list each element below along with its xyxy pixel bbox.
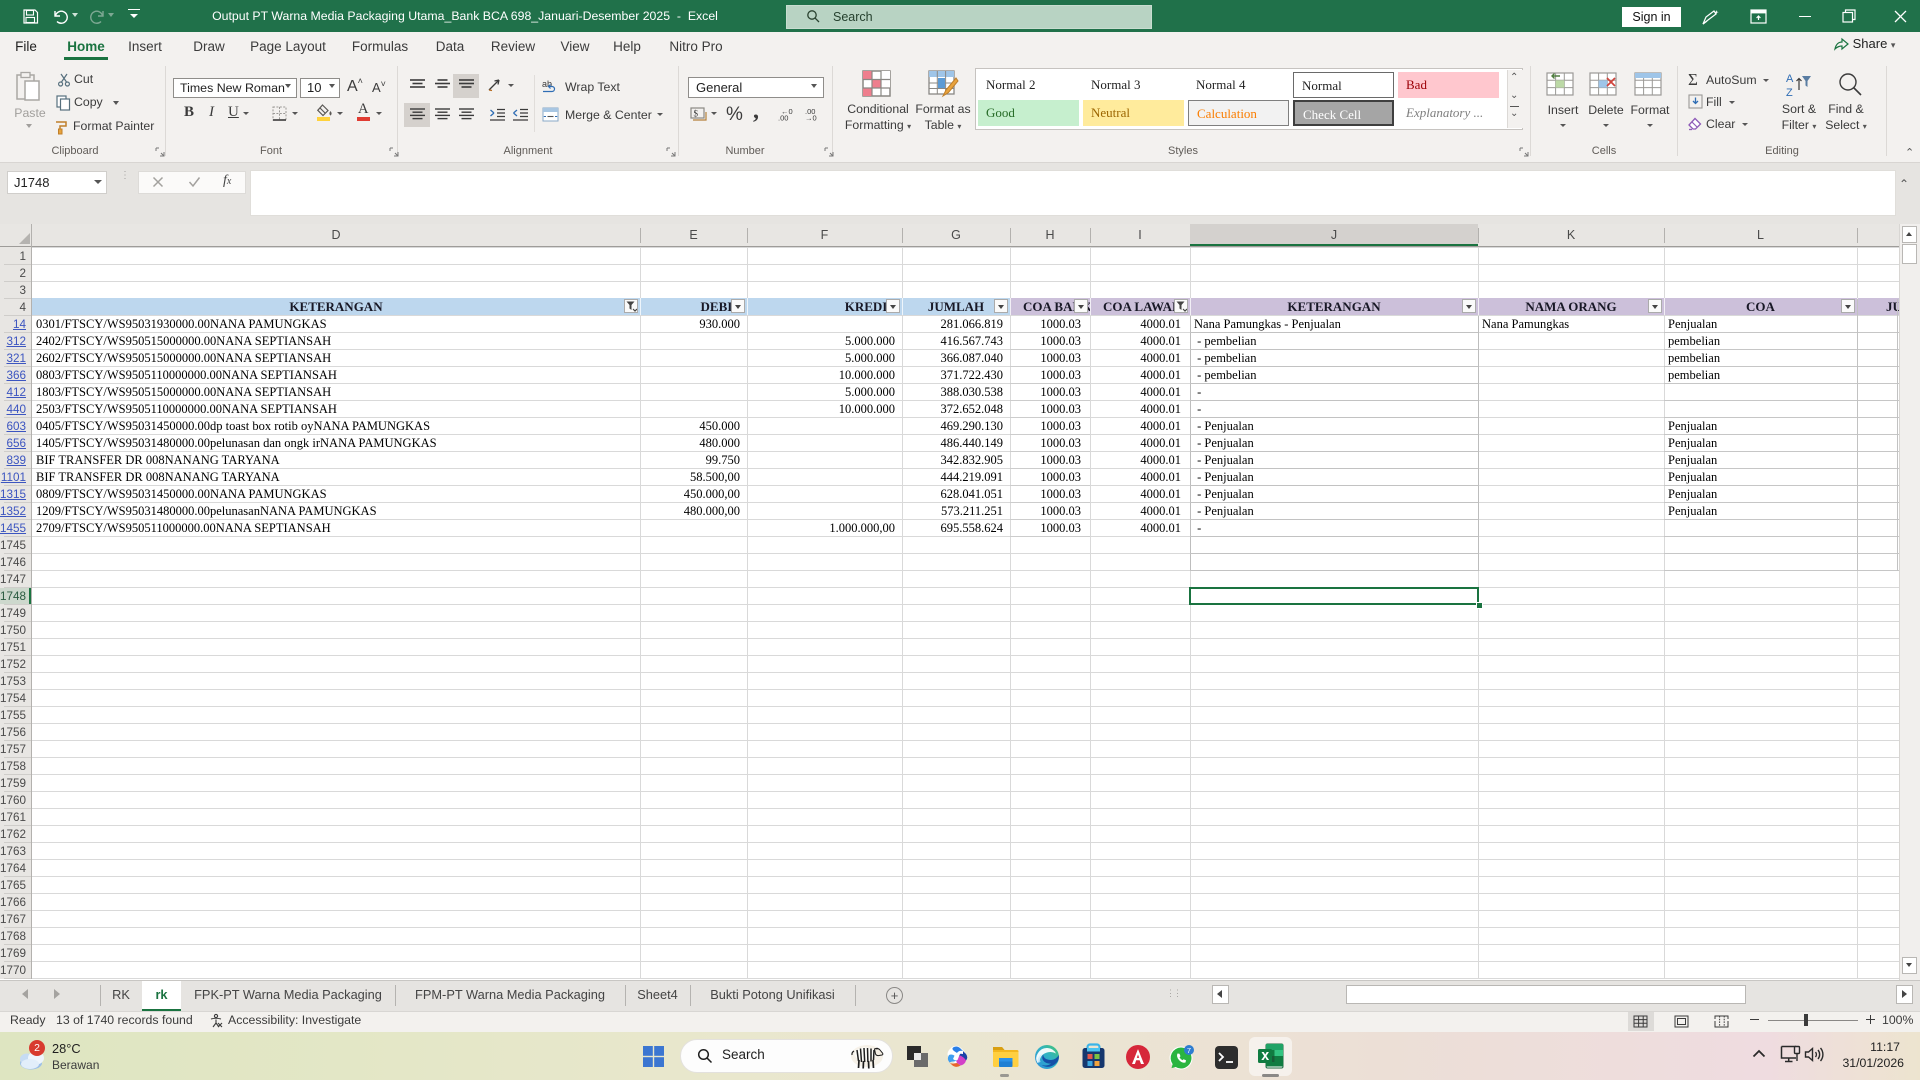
svg-text:Z: Z bbox=[1786, 87, 1793, 98]
svg-text:.00: .00 bbox=[778, 114, 788, 122]
svg-text:→0: →0 bbox=[805, 114, 817, 122]
svg-text:ab: ab bbox=[542, 79, 552, 89]
svg-text:7: 7 bbox=[1187, 1046, 1191, 1055]
svg-text:A: A bbox=[1786, 73, 1794, 85]
svg-text:$: $ bbox=[694, 109, 699, 119]
